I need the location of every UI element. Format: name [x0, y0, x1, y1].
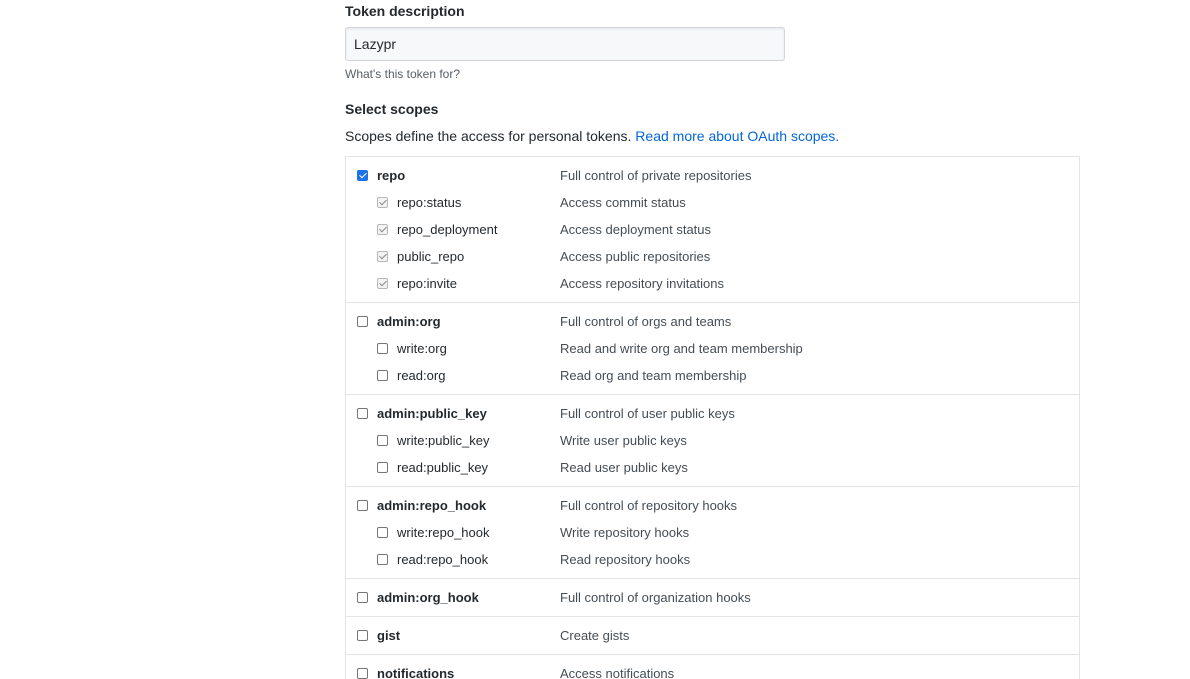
sub-scope-row[interactable]: repo:status Access commit status [346, 189, 1079, 216]
scope-name[interactable]: read:repo_hook [397, 551, 488, 568]
scope-name[interactable]: write:org [397, 340, 447, 357]
scope-checkbox[interactable] [377, 251, 388, 262]
scope-checkbox[interactable] [377, 435, 388, 446]
scope-checkbox[interactable] [357, 408, 368, 419]
scope-description: Full control of user public keys [560, 406, 735, 421]
sub-scope-row[interactable]: read:repo_hook Read repository hooks [346, 546, 1079, 573]
sub-scope-row[interactable]: public_repo Access public repositories [346, 243, 1079, 270]
scope-description: Access notifications [560, 666, 675, 679]
scope-checkbox[interactable] [357, 316, 368, 327]
scope-checkbox[interactable] [377, 554, 388, 565]
scope-name[interactable]: repo [377, 167, 405, 184]
scope-name[interactable]: write:repo_hook [397, 524, 490, 541]
page: Token description What's this token for?… [0, 0, 1190, 679]
scope-description: Full control of orgs and teams [560, 314, 732, 329]
scope-checkbox[interactable] [377, 343, 388, 354]
scope-group: notifications Access notifications [346, 655, 1079, 679]
scope-name[interactable]: read:public_key [397, 459, 488, 476]
scope-group: gist Create gists [346, 617, 1079, 655]
scope-name[interactable]: admin:org_hook [377, 589, 479, 606]
scope-name[interactable]: admin:public_key [377, 405, 487, 422]
scope-name[interactable]: read:org [397, 367, 445, 384]
scope-checkbox[interactable] [357, 668, 368, 679]
scope-description: Access repository invitations [560, 276, 725, 291]
scope-description: Access deployment status [560, 222, 712, 237]
oauth-scopes-link[interactable]: Read more about OAuth scopes. [635, 128, 839, 144]
token-description-note: What's this token for? [345, 67, 461, 81]
sub-scope-row[interactable]: write:org Read and write org and team mem… [346, 335, 1079, 362]
scope-description: Access commit status [560, 195, 686, 210]
scope-description: Read user public keys [560, 460, 688, 475]
scope-checkbox[interactable] [377, 278, 388, 289]
scope-description: Read repository hooks [560, 552, 691, 567]
sub-scope-row[interactable]: repo:invite Access repository invitations [346, 270, 1079, 297]
scope-name[interactable]: gist [377, 627, 400, 644]
scope-description: Full control of private repositories [560, 168, 752, 183]
scope-name[interactable]: repo_deployment [397, 221, 497, 238]
scope-checkbox[interactable] [377, 370, 388, 381]
sub-scope-row[interactable]: read:public_key Read user public keys [346, 454, 1079, 481]
sub-scope-row[interactable]: write:repo_hook Write repository hooks [346, 519, 1079, 546]
scope-checkbox[interactable] [357, 592, 368, 603]
scope-row[interactable]: repo Full control of private repositories [346, 162, 1079, 189]
token-description-label: Token description [345, 3, 465, 19]
scope-description: Access public repositories [560, 249, 711, 264]
scope-checkbox[interactable] [377, 527, 388, 538]
scope-description: Create gists [560, 628, 630, 643]
scope-description: Write user public keys [560, 433, 687, 448]
scope-row[interactable]: notifications Access notifications [346, 660, 1079, 679]
sub-scope-row[interactable]: read:org Read org and team membership [346, 362, 1079, 389]
scope-name[interactable]: write:public_key [397, 432, 490, 449]
scope-checkbox[interactable] [357, 500, 368, 511]
token-description-input[interactable] [345, 27, 785, 61]
select-scopes-heading: Select scopes [345, 101, 439, 117]
scope-description: Full control of organization hooks [560, 590, 751, 605]
scope-name[interactable]: notifications [377, 665, 454, 679]
scopes-description: Scopes define the access for personal to… [345, 127, 839, 145]
scope-checkbox[interactable] [357, 630, 368, 641]
scope-checkbox[interactable] [377, 197, 388, 208]
scope-group: admin:org_hook Full control of organizati… [346, 579, 1079, 617]
scope-name[interactable]: repo:status [397, 194, 461, 211]
scope-name[interactable]: admin:repo_hook [377, 497, 486, 514]
scope-checkbox[interactable] [377, 462, 388, 473]
scope-name[interactable]: repo:invite [397, 275, 457, 292]
scope-group: admin:org Full control of orgs and teams w… [346, 303, 1079, 395]
scope-row[interactable]: admin:org_hook Full control of organizati… [346, 584, 1079, 611]
scope-description: Full control of repository hooks [560, 498, 738, 513]
scope-group: admin:public_key Full control of user pub… [346, 395, 1079, 487]
scope-description: Write repository hooks [560, 525, 690, 540]
scope-description: Read and write org and team membership [560, 341, 803, 356]
sub-scope-row[interactable]: repo_deployment Access deployment status [346, 216, 1079, 243]
scope-checkbox[interactable] [357, 170, 368, 181]
scope-row[interactable]: gist Create gists [346, 622, 1079, 649]
scope-name[interactable]: admin:org [377, 313, 441, 330]
scope-name[interactable]: public_repo [397, 248, 464, 265]
sub-scope-row[interactable]: write:public_key Write user public keys [346, 427, 1079, 454]
scope-row[interactable]: admin:repo_hook Full control of repositor… [346, 492, 1079, 519]
scope-row[interactable]: admin:public_key Full control of user pub… [346, 400, 1079, 427]
scope-description: Read org and team membership [560, 368, 747, 383]
scopes-description-text: Scopes define the access for personal to… [345, 128, 632, 144]
scope-group: admin:repo_hook Full control of repositor… [346, 487, 1079, 579]
scope-group: repo Full control of private repositories… [346, 157, 1079, 303]
scope-checkbox[interactable] [377, 224, 388, 235]
scope-row[interactable]: admin:org Full control of orgs and teams [346, 308, 1079, 335]
scopes-table: repo Full control of private repositories… [345, 156, 1080, 679]
